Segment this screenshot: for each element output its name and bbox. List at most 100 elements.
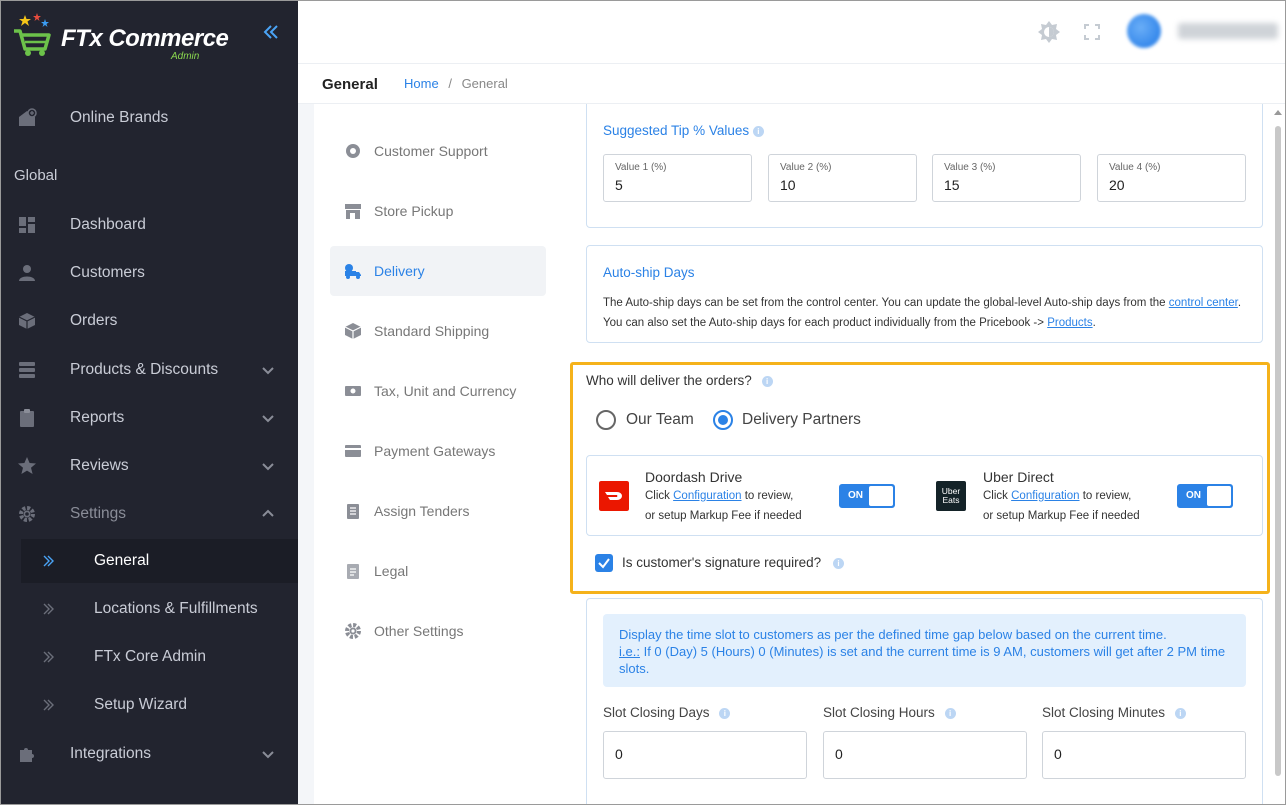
sidebar-item-label: Settings [70, 505, 127, 522]
sidebar-item-label: Dashboard [70, 216, 146, 233]
label-text: Slot Closing Minutes [1042, 705, 1166, 720]
field-caption: Value 2 (%) [780, 162, 832, 173]
uber-description: Click Configuration to review, or setup … [983, 486, 1183, 526]
deliver-question: Who will deliver the orders? i [586, 373, 773, 388]
menu-item-delivery[interactable]: Delivery [330, 246, 546, 296]
dashboard-icon [19, 217, 35, 233]
menu-item-legal[interactable]: Legal [330, 546, 546, 596]
menu-item-assign-tenders[interactable]: Assign Tenders [330, 486, 546, 536]
sidebar-subitem-label: Setup Wizard [94, 696, 188, 713]
tip-value-3-field[interactable]: Value 3 (%) 15 [932, 154, 1081, 202]
tip-value-4-field[interactable]: Value 4 (%) 20 [1097, 154, 1246, 202]
chevron-down-icon [262, 415, 274, 423]
menu-item-standard-shipping[interactable]: Standard Shipping [330, 306, 546, 356]
puzzle-icon [20, 748, 34, 762]
info-icon[interactable]: i [944, 707, 956, 719]
slot-closing-minutes-label: Slot Closing Minutes i [1042, 705, 1186, 720]
menu-item-payment-gateways[interactable]: Payment Gateways [330, 426, 546, 476]
uber-toggle[interactable]: ON [1177, 484, 1233, 508]
theme-toggle-icon[interactable] [1037, 20, 1061, 44]
sidebar-subitem-ftx-core-admin[interactable]: FTx Core Admin [21, 635, 298, 679]
sidebar: FTx Commerce Admin Online Brands Global … [1, 1, 298, 804]
scrollbar-thumb[interactable] [1275, 126, 1281, 776]
user-name-blurred[interactable] [1178, 23, 1278, 39]
doordash-name: Doordash Drive [645, 469, 743, 485]
scroll-up-arrow-icon[interactable] [1274, 110, 1282, 115]
desc-text: Click [983, 490, 1008, 502]
slot-closing-hours-input[interactable]: 0 [823, 731, 1027, 779]
clipboard-icon [20, 409, 34, 427]
desc-text: to review, [1082, 490, 1132, 502]
radio-our-team-label[interactable]: Our Team [626, 411, 694, 429]
sidebar-subitem-locations[interactable]: Locations & Fulfillments [21, 587, 298, 631]
logo[interactable]: FTx Commerce Admin [9, 7, 249, 63]
sidebar-item-settings[interactable]: Settings [1, 492, 298, 536]
sidebar-item-label: Customers [70, 264, 145, 281]
info-icon[interactable]: i [761, 375, 773, 387]
sidebar-item-reports[interactable]: Reports [1, 396, 298, 440]
scrollbar[interactable] [1270, 104, 1285, 804]
collapse-sidebar-button[interactable] [259, 23, 283, 47]
menu-item-tax-unit-currency[interactable]: Tax, Unit and Currency [330, 366, 546, 416]
chevron-right-icon [43, 555, 54, 567]
breadcrumb-home-link[interactable]: Home [404, 76, 439, 91]
chevron-right-icon [43, 603, 54, 615]
menu-item-customer-support[interactable]: Customer Support [330, 126, 546, 176]
sidebar-item-customers[interactable]: Customers [1, 251, 298, 295]
sidebar-item-integrations[interactable]: Integrations [1, 732, 298, 776]
autoship-description: The Auto-ship days can be set from the c… [603, 293, 1243, 333]
sidebar-item-dashboard[interactable]: Dashboard [1, 203, 298, 247]
sidebar-item-orders[interactable]: Orders [1, 299, 298, 343]
sidebar-subitem-general[interactable]: General [21, 539, 298, 583]
tip-value-2-field[interactable]: Value 2 (%) 10 [768, 154, 917, 202]
info-icon[interactable]: i [719, 707, 731, 719]
brand-name: FTx Commerce [61, 25, 229, 52]
menu-item-other-settings[interactable]: Other Settings [330, 606, 546, 656]
field-value: 15 [944, 177, 960, 193]
fullscreen-icon[interactable] [1080, 20, 1104, 44]
doordash-toggle[interactable]: ON [839, 484, 895, 508]
sidebar-subitem-label: Locations & Fulfillments [94, 600, 258, 617]
toggle-knob [869, 486, 893, 506]
doordash-logo-icon [599, 481, 629, 511]
radio-our-team[interactable] [596, 410, 616, 430]
toggle-knob [1207, 486, 1231, 506]
signature-required-checkbox[interactable] [595, 554, 613, 572]
sidebar-item-online-brands[interactable]: Online Brands [1, 96, 298, 140]
sidebar-item-products-discounts[interactable]: Products & Discounts [1, 348, 298, 392]
slot-closing-minutes-input[interactable]: 0 [1042, 731, 1246, 779]
tip-value-1-field[interactable]: Value 1 (%) 5 [603, 154, 752, 202]
uber-eats-logo-icon: Uber Eats [936, 481, 966, 511]
control-center-link[interactable]: control center [1169, 297, 1238, 309]
credit-card-icon [345, 445, 361, 457]
time-slot-note: Display the time slot to customers as pe… [603, 614, 1246, 687]
doordash-description: Click Configuration to review, or setup … [645, 486, 845, 526]
sidebar-item-reviews[interactable]: Reviews [1, 444, 298, 488]
products-link[interactable]: Products [1047, 317, 1092, 329]
doordash-configuration-link[interactable]: Configuration [673, 490, 741, 502]
avatar[interactable] [1127, 14, 1161, 48]
settings-menu: Customer Support Store Pickup Delivery S… [314, 104, 562, 804]
radio-delivery-partners[interactable] [713, 410, 733, 430]
info-icon[interactable]: i [832, 557, 844, 569]
slot-closing-days-input[interactable]: 0 [603, 731, 807, 779]
uber-configuration-link[interactable]: Configuration [1011, 490, 1079, 502]
store-plus-icon [19, 108, 37, 126]
radio-delivery-partners-label[interactable]: Delivery Partners [742, 411, 861, 429]
slot-closing-days-label: Slot Closing Days i [603, 705, 731, 720]
tip-values-card: Suggested Tip % Values i Value 1 (%) 5 V… [586, 104, 1263, 228]
signature-required-label[interactable]: Is customer's signature required? i [622, 555, 844, 570]
field-value: 10 [780, 177, 796, 193]
sidebar-item-label: Online Brands [70, 109, 169, 126]
info-icon[interactable]: i [1174, 707, 1186, 719]
sidebar-section-global: Global [14, 167, 58, 184]
menu-item-store-pickup[interactable]: Store Pickup [330, 186, 546, 236]
menu-item-label: Store Pickup [374, 203, 454, 219]
info-icon[interactable]: i [752, 125, 764, 137]
store-icon [345, 204, 361, 219]
desc-text: or setup Markup Fee if needed [645, 510, 802, 522]
chevron-down-icon [262, 367, 274, 375]
field-value: 5 [615, 177, 623, 193]
sidebar-item-label: Reviews [70, 457, 129, 474]
sidebar-subitem-setup-wizard[interactable]: Setup Wizard [21, 683, 298, 727]
